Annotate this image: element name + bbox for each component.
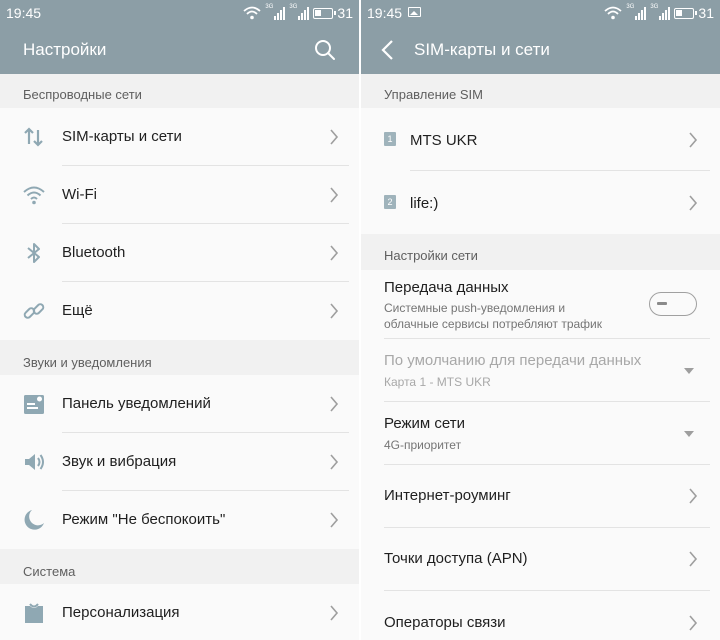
app-bar: SIM-карты и сети: [361, 26, 720, 74]
data-transfer-title: Передача данных: [384, 279, 509, 296]
settings-item-label: Bluetooth: [62, 244, 126, 261]
settings-item-wifi[interactable]: Wi-Fi: [0, 166, 359, 224]
settings-item-label: SIM-карты и сети: [62, 128, 182, 145]
battery-icon: [313, 7, 337, 19]
sim-list: 1 MTS UKR 2 life:): [361, 108, 720, 234]
dropdown-arrow-icon: [684, 368, 694, 374]
personalization-icon: [25, 603, 43, 623]
wifi-status-icon: [604, 6, 623, 20]
sim-item-2[interactable]: 2 life:): [361, 171, 720, 234]
settings-item-label: Режим "Не беспокоить": [62, 511, 226, 528]
chevron-right-icon: [689, 132, 698, 148]
chevron-right-icon: [330, 129, 339, 145]
status-icons: 3G 3G 31: [604, 4, 714, 22]
chevron-right-icon: [689, 551, 698, 567]
system-list: Персонализация: [0, 584, 359, 640]
section-header-network-settings: Настройки сети: [361, 234, 720, 270]
wireless-list: SIM-карты и сети Wi-Fi Bluetooth Ещё: [0, 108, 359, 340]
bluetooth-icon: [27, 243, 40, 263]
signal-sim2-icon: 3G: [650, 4, 671, 21]
settings-item-sim[interactable]: SIM-карты и сети: [0, 108, 359, 166]
network-mode-row[interactable]: Режим сети 4G-приоритет: [361, 402, 720, 465]
chevron-right-icon: [330, 245, 339, 261]
battery-level: 31: [337, 5, 353, 21]
back-arrow-icon[interactable]: [379, 39, 399, 61]
roaming-label: Интернет-роуминг: [384, 487, 511, 504]
settings-item-label: Wi-Fi: [62, 186, 97, 203]
sim-name: MTS UKR: [410, 132, 478, 149]
apn-label: Точки доступа (APN): [384, 550, 528, 567]
data-transfer-desc-2: облачные сервисы потребляют трафик: [384, 317, 603, 331]
image-notification-icon: [408, 7, 421, 17]
default-data-title: По умолчанию для передачи данных: [384, 352, 642, 369]
settings-item-label: Ещё: [62, 302, 93, 319]
signal-sim1-icon: 3G: [626, 4, 647, 21]
page-title: SIM-карты и сети: [414, 40, 550, 59]
section-header-sim-management: Управление SIM: [361, 74, 720, 108]
default-data-row[interactable]: По умолчанию для передачи данных Карта 1…: [361, 339, 720, 402]
chevron-right-icon: [330, 454, 339, 470]
settings-screen: 19:45 3G 3G 31 Настройки Беспроводные се…: [0, 0, 359, 640]
operators-row[interactable]: Операторы связи: [361, 591, 720, 640]
status-time: 19:45: [6, 5, 42, 21]
sim-networks-icon: [24, 127, 43, 147]
settings-item-personalization[interactable]: Персонализация: [0, 584, 359, 640]
sim-networks-screen: 19:45 3G 3G 31 SIM-карты и сети Управлен…: [361, 0, 720, 640]
chevron-right-icon: [330, 396, 339, 412]
roaming-row[interactable]: Интернет-роуминг: [361, 465, 720, 528]
moon-icon: [24, 510, 44, 530]
section-header-system: Система: [0, 549, 359, 584]
settings-item-notification-panel[interactable]: Панель уведомлений: [0, 375, 359, 433]
chevron-right-icon: [689, 615, 698, 631]
chevron-right-icon: [330, 303, 339, 319]
settings-item-more[interactable]: Ещё: [0, 282, 359, 340]
sounds-list: Панель уведомлений Звук и вибрация Режим…: [0, 375, 359, 549]
settings-item-label: Персонализация: [62, 604, 180, 621]
settings-item-label: Панель уведомлений: [62, 395, 211, 412]
status-icons: 3G 3G 31: [243, 4, 353, 22]
signal-sim1-icon: 3G: [265, 4, 286, 21]
section-header-wireless: Беспроводные сети: [0, 74, 359, 108]
settings-item-dnd[interactable]: Режим "Не беспокоить": [0, 491, 359, 549]
link-icon: [23, 303, 45, 319]
dropdown-arrow-icon: [684, 431, 694, 437]
sim-card-icon: 1: [384, 132, 396, 146]
status-bar: 19:45 3G 3G 31: [0, 0, 359, 26]
notification-panel-icon: [24, 395, 44, 414]
data-transfer-desc-1: Системные push-уведомления и: [384, 301, 566, 315]
battery-icon: [674, 7, 698, 19]
chevron-right-icon: [330, 512, 339, 528]
data-transfer-row[interactable]: Передача данных Системные push-уведомлен…: [361, 270, 720, 339]
battery-level: 31: [698, 5, 714, 21]
settings-item-sound[interactable]: Звук и вибрация: [0, 433, 359, 491]
app-bar: Настройки: [0, 26, 359, 74]
chevron-right-icon: [330, 605, 339, 621]
settings-item-label: Звук и вибрация: [62, 453, 177, 470]
signal-sim2-icon: 3G: [289, 4, 310, 21]
operators-label: Операторы связи: [384, 614, 506, 631]
sim-item-1[interactable]: 1 MTS UKR: [361, 108, 720, 171]
settings-item-bluetooth[interactable]: Bluetooth: [0, 224, 359, 282]
wifi-status-icon: [243, 6, 262, 20]
chevron-right-icon: [689, 488, 698, 504]
page-title: Настройки: [23, 40, 107, 59]
status-bar: 19:45 3G 3G 31: [361, 0, 720, 26]
network-mode-title: Режим сети: [384, 415, 466, 432]
chevron-right-icon: [330, 187, 339, 203]
chevron-right-icon: [689, 195, 698, 211]
data-transfer-toggle[interactable]: [649, 292, 697, 316]
status-time: 19:45: [367, 5, 403, 21]
sim-name: life:): [410, 195, 439, 212]
wifi-icon: [23, 186, 45, 205]
default-data-value: Карта 1 - MTS UKR: [384, 375, 491, 389]
search-icon[interactable]: [313, 38, 337, 62]
apn-row[interactable]: Точки доступа (APN): [361, 528, 720, 591]
speaker-icon: [25, 454, 44, 470]
network-settings-list: Передача данных Системные push-уведомлен…: [361, 270, 720, 640]
network-mode-value: 4G-приоритет: [384, 438, 462, 452]
sim-card-icon: 2: [384, 195, 396, 209]
section-header-sounds: Звуки и уведомления: [0, 340, 359, 375]
